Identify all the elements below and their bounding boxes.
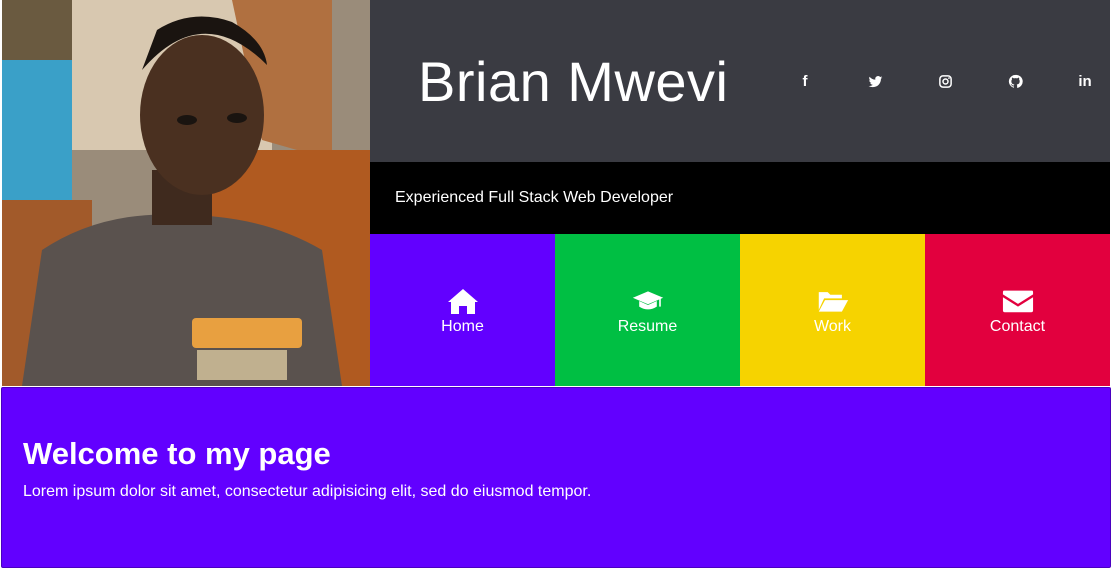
- nav-home-label: Home: [441, 317, 484, 335]
- instagram-icon: [938, 74, 952, 88]
- nav-work[interactable]: Work: [740, 234, 925, 386]
- facebook-icon: f: [802, 72, 808, 90]
- social-links: f in: [770, 70, 1111, 92]
- nav-resume[interactable]: Resume: [555, 234, 740, 386]
- facebook-link[interactable]: f: [770, 70, 840, 92]
- graduation-cap-icon: [632, 290, 663, 309]
- tagline: Experienced Full Stack Web Developer: [395, 189, 674, 206]
- github-link[interactable]: [980, 70, 1050, 92]
- nav-resume-label: Resume: [617, 317, 678, 335]
- nav-home[interactable]: Home: [370, 234, 555, 386]
- welcome-heading: Welcome to my page: [23, 436, 331, 471]
- home-icon: [447, 288, 478, 314]
- folder-open-icon: [818, 291, 848, 312]
- welcome-text: Lorem ipsum dolor sit amet, consectetur …: [23, 483, 592, 500]
- site-header: Brian Mwevi f in: [370, 0, 1110, 162]
- twitter-link[interactable]: [840, 70, 910, 92]
- instagram-link[interactable]: [910, 70, 980, 92]
- welcome-section: Welcome to my page Lorem ipsum dolor sit…: [1, 387, 1111, 568]
- nav-contact-label: Contact: [989, 317, 1046, 335]
- linkedin-icon: in: [1078, 72, 1092, 90]
- site-title: Brian Mwevi: [418, 49, 729, 113]
- tagline-bar: Experienced Full Stack Web Developer: [370, 162, 1110, 234]
- twitter-icon: [868, 75, 882, 87]
- profile-photo: [2, 0, 370, 386]
- github-icon: [1008, 74, 1023, 88]
- nav-contact[interactable]: Contact: [925, 234, 1110, 386]
- main-nav: Home Resume Work Contact: [370, 234, 1110, 386]
- linkedin-link[interactable]: in: [1050, 70, 1111, 92]
- envelope-icon: [1002, 290, 1033, 312]
- nav-work-label: Work: [813, 317, 852, 335]
